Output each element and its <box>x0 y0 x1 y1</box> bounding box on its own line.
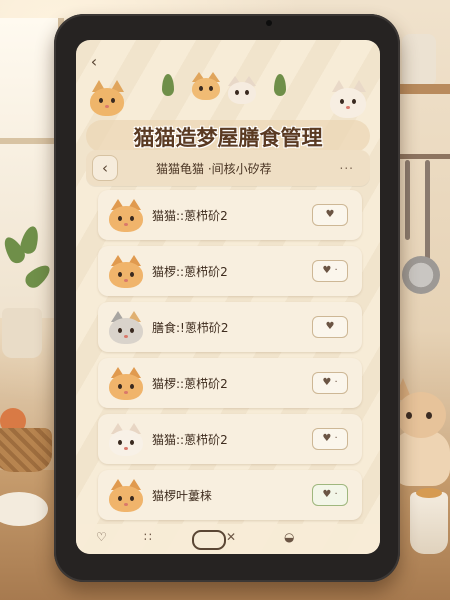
white-cat-icon <box>108 421 144 457</box>
subheader-title: 猫猫龟猫 ·间核小矽荐 <box>156 162 272 176</box>
more-options-icon[interactable]: ... <box>340 158 354 172</box>
cat-illustration <box>90 80 126 120</box>
orange-cat-icon <box>108 253 144 289</box>
list-item[interactable]: 猫猫::蔥栉砎2 ♥ <box>98 190 362 240</box>
cat-illustration <box>228 76 256 108</box>
utensil-rail <box>396 154 450 159</box>
gray-cat-icon <box>108 309 144 345</box>
list-item[interactable]: 猫椤::蔥栉砎2 ♥ · <box>98 358 362 408</box>
header-banner: 猫猫造梦屋膳食管理 <box>82 68 374 160</box>
spatula <box>425 160 430 260</box>
grid-icon[interactable]: ∷ <box>144 530 152 544</box>
orange-cat-icon <box>108 197 144 233</box>
cat-illustration <box>192 72 220 104</box>
home-pill[interactable] <box>192 530 226 550</box>
bowl-icon[interactable]: ◒ <box>284 530 294 544</box>
item-label: 猫椤叶蔞梾 <box>152 489 213 503</box>
orange-cat-icon <box>108 477 144 513</box>
camera-dot <box>266 20 272 26</box>
back-button[interactable]: ‹ <box>92 155 118 181</box>
vegetable-leaf <box>162 74 174 96</box>
close-icon[interactable]: ✕ <box>226 530 236 544</box>
heart-button[interactable]: ♥ <box>312 204 348 226</box>
heart-button[interactable]: ♥ · <box>312 484 348 506</box>
orange-cat-icon <box>108 365 144 401</box>
item-label: 猫椤::蔥栉砎2 <box>152 265 228 279</box>
vegetable-leaf <box>274 74 286 96</box>
list-item[interactable]: 膳食:!蔥栉砎2 ♥ <box>98 302 362 352</box>
plant-pot <box>2 308 42 358</box>
app-title: 猫猫造梦屋膳食管理 <box>133 125 323 150</box>
list-item[interactable]: 猫椤叶蔞梾 ♥ · <box>98 470 362 520</box>
list-item[interactable]: 猫椤::蔥栉砎2 ♥ · <box>98 246 362 296</box>
heart-button[interactable]: ♥ <box>312 316 348 338</box>
ladle <box>405 160 410 240</box>
heart-button[interactable]: ♥ · <box>312 372 348 394</box>
bottom-nav: ♡ ∷ ✕ ◒ <box>76 524 380 554</box>
subheader-bar: ‹ 猫猫龟猫 ·间核小矽荐 ... <box>86 150 370 186</box>
app-screen: ‹ 猫猫造梦屋膳食管理 ‹ 猫猫龟猫 ·间核小矽荐 ... 猫猫::蔥栉砎2 ♥… <box>76 40 380 554</box>
pan <box>402 256 440 294</box>
list-item[interactable]: 猫猫::蔥栉砎2 ♥ · <box>98 414 362 464</box>
cat-illustration <box>330 80 368 122</box>
jar <box>402 34 436 86</box>
heart-icon[interactable]: ♡ <box>96 530 107 544</box>
bowl <box>410 488 448 554</box>
item-label: 猫猫::蔥栉砎2 <box>152 209 228 223</box>
item-label: 膳食:!蔥栉砎2 <box>152 321 229 335</box>
basket <box>0 428 52 472</box>
item-label: 猫椤::蔥栉砎2 <box>152 377 228 391</box>
heart-button[interactable]: ♥ · <box>312 428 348 450</box>
item-label: 猫猫::蔥栉砎2 <box>152 433 228 447</box>
heart-button[interactable]: ♥ · <box>312 260 348 282</box>
